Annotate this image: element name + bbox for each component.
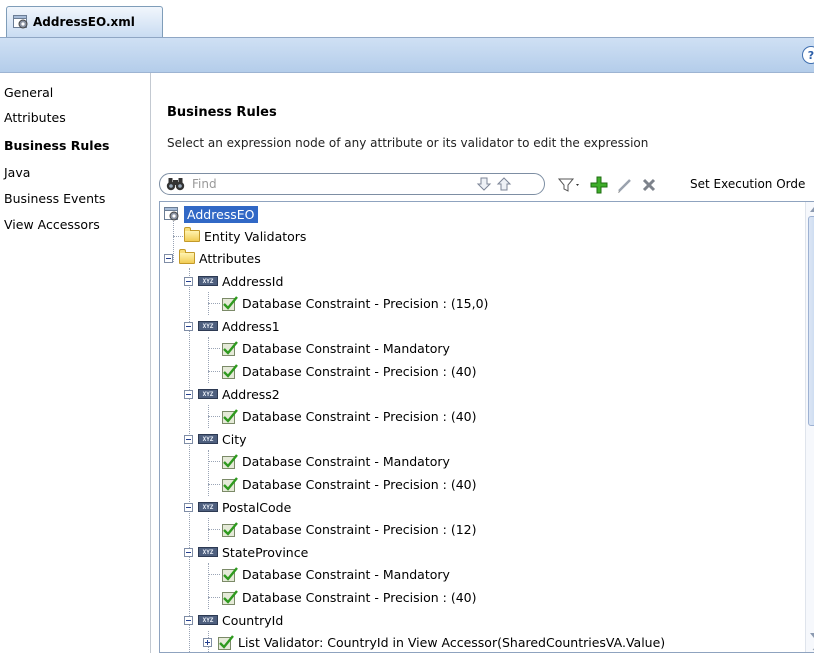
validation-check-icon <box>222 453 238 469</box>
tree-node-rule[interactable]: Database Constraint - Precision : (40) <box>222 360 476 382</box>
collapse-toggle[interactable] <box>184 615 193 625</box>
tree-node-attribute-stateprovince[interactable]: XYZ StateProvince <box>184 541 308 563</box>
scroll-down-arrow-icon[interactable] <box>810 633 814 638</box>
edit-rule-button[interactable] <box>615 175 635 195</box>
scroll-thumb[interactable] <box>808 216 814 426</box>
validation-check-icon <box>222 589 238 605</box>
tree-node-label: AddressEO <box>184 205 258 223</box>
editor-header-banner: ? <box>0 38 814 73</box>
folder-icon <box>184 227 200 242</box>
validation-check-icon <box>222 295 238 311</box>
tree-node-attributes[interactable]: Attributes <box>164 247 261 269</box>
find-next-icon[interactable] <box>476 176 492 192</box>
nav-item-view-accessors[interactable]: View Accessors <box>0 215 150 235</box>
page-description: Select an expression node of any attribu… <box>167 136 649 150</box>
delete-rule-button[interactable] <box>639 175 659 195</box>
validation-check-icon <box>222 340 238 356</box>
nav-item-general[interactable]: General <box>0 83 150 103</box>
validation-check-icon <box>222 566 238 582</box>
editor-tab-title: AddressEO.xml <box>33 15 135 29</box>
attribute-icon: XYZ <box>198 321 218 331</box>
rules-toolbar: Set Execution Orde <box>159 173 814 197</box>
tree-node-attribute-city[interactable]: XYZ City <box>184 428 247 450</box>
nav-item-business-rules[interactable]: Business Rules <box>0 136 150 156</box>
nav-item-business-events[interactable]: Business Events <box>0 189 150 209</box>
tree-node-attribute-address1[interactable]: XYZ Address1 <box>184 315 280 337</box>
collapse-toggle[interactable] <box>164 253 173 263</box>
filter-funnel-icon <box>558 178 579 192</box>
add-plus-icon <box>590 176 608 194</box>
validation-check-icon <box>218 634 234 650</box>
collapse-toggle[interactable] <box>184 276 193 286</box>
tree-node-entity-validators[interactable]: Entity Validators <box>184 225 306 247</box>
page-title: Business Rules <box>167 105 277 120</box>
edit-pencil-icon <box>618 179 631 193</box>
tree-node-attribute-address2[interactable]: XYZ Address2 <box>184 383 280 405</box>
nav-item-java[interactable]: Java <box>0 163 150 183</box>
binoculars-icon <box>166 178 185 191</box>
entity-object-icon <box>164 207 179 221</box>
tree-node-rule[interactable]: Database Constraint - Precision : (15,0) <box>222 292 488 314</box>
validation-check-icon <box>222 476 238 492</box>
collapse-toggle[interactable] <box>184 547 193 557</box>
tree-node-attribute-postalcode[interactable]: XYZ PostalCode <box>184 496 291 518</box>
validation-check-icon <box>222 408 238 424</box>
attribute-icon: XYZ <box>198 502 218 512</box>
add-rule-button[interactable] <box>589 175 609 195</box>
business-rules-panel: Business Rules Select an expression node… <box>151 73 814 653</box>
editor-tab-strip: AddressEO.xml <box>0 0 814 38</box>
editor-tab-addresseo[interactable]: AddressEO.xml <box>6 6 163 37</box>
help-icon[interactable]: ? <box>802 46 814 64</box>
tree-node-rule[interactable]: Database Constraint - Mandatory <box>222 337 450 359</box>
tree-node-rule[interactable]: Database Constraint - Precision : (12) <box>222 518 476 540</box>
expand-toggle[interactable] <box>203 637 212 647</box>
validation-check-icon <box>222 363 238 379</box>
tree-node-rule[interactable]: Database Constraint - Precision : (40) <box>222 586 476 608</box>
find-box <box>159 173 545 195</box>
tree-node-rule[interactable]: Database Constraint - Precision : (40) <box>222 405 476 427</box>
collapse-toggle[interactable] <box>184 389 193 399</box>
attribute-icon: XYZ <box>198 434 218 444</box>
tree-node-rule[interactable]: Database Constraint - Mandatory <box>222 563 450 585</box>
set-execution-order-button[interactable]: Set Execution Orde <box>690 177 805 191</box>
tree-node-rule[interactable]: Database Constraint - Mandatory <box>222 450 450 472</box>
attribute-icon: XYZ <box>198 547 218 557</box>
scroll-up-arrow-icon[interactable] <box>810 207 814 212</box>
tree-node-root[interactable]: AddressEO <box>164 203 258 225</box>
attribute-icon: XYZ <box>198 615 218 625</box>
nav-item-attributes[interactable]: Attributes <box>0 108 150 128</box>
collapse-toggle[interactable] <box>184 502 193 512</box>
tree-node-rule[interactable]: List Validator: CountryId in View Access… <box>203 631 665 652</box>
collapse-toggle[interactable] <box>184 321 193 331</box>
filter-button[interactable] <box>557 175 583 195</box>
collapse-toggle[interactable] <box>184 434 193 444</box>
validation-check-icon <box>222 521 238 537</box>
find-previous-icon[interactable] <box>496 176 512 192</box>
delete-x-icon <box>642 178 656 192</box>
rules-tree: AddressEO Entity Validators Attributes X… <box>159 201 814 653</box>
entity-gear-icon <box>13 15 28 29</box>
editor-nav: General Attributes Business Rules Java B… <box>0 73 151 653</box>
resize-grip-icon[interactable] <box>809 639 814 651</box>
tree-node-attribute-addressid[interactable]: XYZ AddressId <box>184 270 283 292</box>
attribute-icon: XYZ <box>198 276 218 286</box>
attribute-icon: XYZ <box>198 389 218 399</box>
find-input[interactable] <box>192 175 462 193</box>
folder-icon <box>179 249 195 264</box>
tree-node-attribute-countryid[interactable]: XYZ CountryId <box>184 609 283 631</box>
tree-vertical-scrollbar[interactable] <box>805 202 814 652</box>
tree-node-rule[interactable]: Database Constraint - Precision : (40) <box>222 473 476 495</box>
